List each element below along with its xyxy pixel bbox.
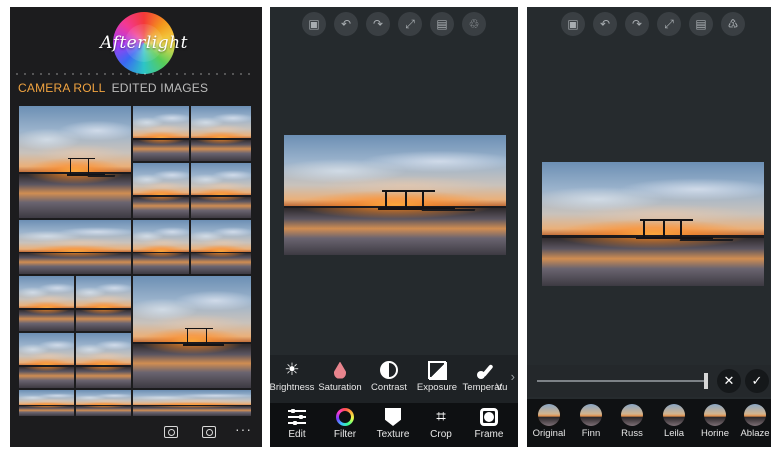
filter-original[interactable]: Original	[527, 404, 571, 439]
photo-thumbnail[interactable]	[132, 219, 190, 275]
editor-toolbar: ▣ ↶ ↷ ⤢ ▤ ♲	[270, 7, 518, 41]
tab-camera-roll[interactable]: CAMERA ROLL	[18, 81, 106, 101]
nav-frame[interactable]: Frame	[466, 405, 512, 440]
cancel-button[interactable]: ✕	[717, 369, 741, 393]
photo-thumbnail[interactable]	[190, 162, 252, 219]
filter-screen: ▣ ↶ ↷ ⤢ ▤ ♳ ✕ ✓ Original Finn Russ Leila	[527, 7, 771, 447]
photo-thumbnail[interactable]	[75, 389, 132, 417]
photo-grid	[18, 105, 252, 417]
camera-icon[interactable]	[164, 426, 178, 438]
gallery-icon[interactable]	[202, 426, 216, 438]
filter-preview-thumb	[580, 404, 602, 426]
photo-thumbnail[interactable]	[18, 389, 75, 417]
filter-preview-thumb	[744, 404, 766, 426]
filter-leila[interactable]: Leila	[652, 404, 696, 439]
adjustment-tools: ☀ Brightness Saturation Contrast Exposur…	[270, 355, 518, 403]
filter-strength-row: ✕ ✓	[527, 365, 771, 397]
photo-thumbnail[interactable]	[132, 162, 190, 219]
edit-sliders-icon	[288, 409, 306, 425]
drop-icon	[334, 361, 346, 379]
contrast-icon	[380, 361, 398, 379]
texture-icon	[385, 408, 401, 426]
photo-thumbnail[interactable]	[75, 275, 132, 332]
confirm-button[interactable]: ✓	[745, 369, 769, 393]
contrast-tool[interactable]: Contrast	[363, 358, 415, 393]
camera-roll-screen: Afterlight CAMERA ROLL EDITED IMAGES ···	[10, 7, 262, 447]
nav-crop[interactable]: ⌗ Crop	[418, 405, 464, 440]
photo-thumbnail[interactable]	[132, 105, 190, 162]
app-logo-text: Afterlight	[100, 33, 188, 53]
photo-thumbnail[interactable]	[18, 275, 75, 332]
brightness-tool[interactable]: ☀ Brightness	[270, 358, 318, 393]
editor-nav-bar: Edit Filter Texture ⌗ Crop Frame	[270, 403, 518, 447]
photo-thumbnail[interactable]	[75, 332, 132, 389]
redo-icon[interactable]: ↷	[366, 12, 390, 36]
redo-icon[interactable]: ↷	[625, 12, 649, 36]
photo-thumbnail[interactable]	[132, 389, 252, 417]
save-icon[interactable]: ▤	[430, 12, 454, 36]
photo-icon[interactable]: ▣	[561, 12, 585, 36]
fullscreen-icon[interactable]: ⤢	[398, 12, 422, 36]
filter-ring-icon	[336, 408, 354, 426]
exposure-icon	[428, 361, 447, 380]
editor-screen: ▣ ↶ ↷ ⤢ ▤ ♲ ☀ Brightness Saturation Cont…	[270, 7, 518, 447]
photo-thumbnail[interactable]	[190, 219, 252, 275]
filter-finn[interactable]: Finn	[569, 404, 613, 439]
filter-preview-thumb	[663, 404, 685, 426]
crop-icon: ⌗	[436, 407, 446, 426]
app-header: Afterlight	[10, 7, 262, 79]
share-icon[interactable]: ♳	[721, 12, 745, 36]
undo-icon[interactable]: ↶	[334, 12, 358, 36]
fullscreen-icon[interactable]: ⤢	[657, 12, 681, 36]
save-icon[interactable]: ▤	[689, 12, 713, 36]
filter-list: Original Finn Russ Leila Horine Ablaze	[527, 399, 771, 447]
undo-icon[interactable]: ↶	[593, 12, 617, 36]
filter-preview-thumb	[621, 404, 643, 426]
header-divider	[16, 73, 256, 75]
filter-preview-image[interactable]	[542, 162, 764, 286]
photo-thumbnail[interactable]	[18, 219, 132, 275]
photo-thumbnail[interactable]	[190, 105, 252, 162]
sun-icon: ☀	[284, 360, 300, 379]
scroll-right-icon[interactable]: ›	[511, 369, 515, 384]
thermometer-icon	[475, 360, 495, 380]
app-bar: ···	[10, 419, 262, 447]
share-icon[interactable]: ♲	[462, 12, 486, 36]
saturation-tool[interactable]: Saturation	[314, 358, 366, 393]
photo-thumbnail[interactable]	[132, 275, 252, 389]
nav-filter[interactable]: Filter	[322, 405, 368, 440]
slider-thumb[interactable]	[704, 373, 708, 389]
filter-strength-slider[interactable]	[537, 380, 707, 382]
filter-horine[interactable]: Horine	[693, 404, 737, 439]
photo-thumbnail[interactable]	[18, 332, 75, 389]
tab-edited-images[interactable]: EDITED IMAGES	[112, 81, 209, 101]
more-icon[interactable]: ···	[235, 421, 252, 437]
filter-ablaze[interactable]: Ablaze	[733, 404, 771, 439]
filter-preview-thumb	[538, 404, 560, 426]
exposure-tool[interactable]: Exposure	[411, 358, 463, 393]
filter-russ[interactable]: Russ	[610, 404, 654, 439]
editor-toolbar: ▣ ↶ ↷ ⤢ ▤ ♳	[527, 7, 771, 41]
edit-preview-image[interactable]	[284, 135, 506, 255]
photo-thumbnail[interactable]	[18, 105, 132, 219]
gallery-tabs: CAMERA ROLL EDITED IMAGES	[18, 81, 208, 101]
nav-texture[interactable]: Texture	[370, 405, 416, 440]
frame-icon	[480, 408, 498, 426]
photo-icon[interactable]: ▣	[302, 12, 326, 36]
nav-edit[interactable]: Edit	[274, 405, 320, 440]
filter-preview-thumb	[704, 404, 726, 426]
